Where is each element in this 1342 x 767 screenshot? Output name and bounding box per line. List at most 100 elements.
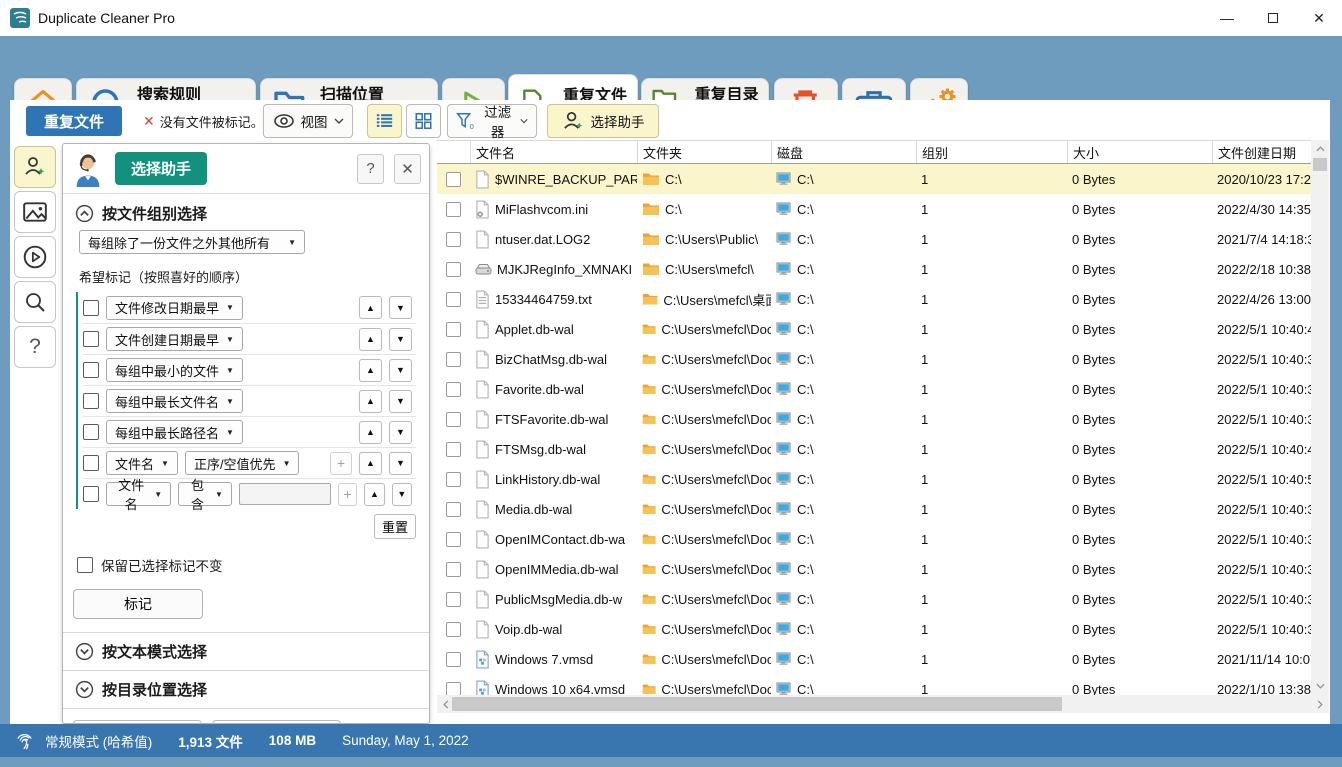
row-checkbox[interactable] — [446, 262, 461, 277]
column-size[interactable]: 大小 — [1067, 141, 1212, 163]
row-checkbox[interactable] — [446, 172, 461, 187]
criteria-checkbox[interactable] — [83, 300, 99, 316]
row-checkbox[interactable] — [446, 322, 461, 337]
criteria-dropdown[interactable]: 每组中最长文件名▼ — [106, 389, 243, 413]
move-up-button[interactable]: ▲ — [359, 296, 382, 319]
selection-assistant-button[interactable]: 选择助手 — [547, 104, 659, 138]
reset-button[interactable]: 重置 — [374, 514, 416, 539]
row-checkbox[interactable] — [446, 442, 461, 457]
sidebar-selection-assistant[interactable] — [14, 146, 56, 188]
rule-checkbox[interactable] — [83, 455, 99, 471]
column-group[interactable]: 组别 — [916, 141, 1067, 163]
row-checkbox[interactable] — [446, 622, 461, 637]
table-row[interactable]: Applet.db-wal C:\Users\mefcl\Docume C:\ … — [437, 314, 1329, 344]
location-section-header[interactable]: 按目录位置选择 — [63, 671, 429, 709]
table-row[interactable]: PublicMsgMedia.db-w C:\Users\mefcl\Docum… — [437, 584, 1329, 614]
move-up-button[interactable]: ▲ — [359, 328, 382, 351]
column-created[interactable]: 文件创建日期 — [1212, 141, 1311, 163]
group-mode-dropdown[interactable]: 每组除了一份文件之外其他所有 ▼ — [79, 230, 305, 254]
scroll-up-icon[interactable] — [1311, 140, 1329, 158]
row-checkbox[interactable] — [446, 382, 461, 397]
move-up-button[interactable]: ▲ — [364, 483, 384, 506]
move-down-button[interactable]: ▼ — [389, 452, 412, 475]
scroll-down-icon[interactable] — [1311, 677, 1329, 695]
row-checkbox[interactable] — [446, 352, 461, 367]
sidebar-media-preview[interactable] — [14, 236, 56, 278]
keep-marks-checkbox[interactable] — [77, 557, 93, 573]
criteria-dropdown[interactable]: 文件创建日期最早▼ — [106, 327, 243, 351]
table-row[interactable]: FTSFavorite.db-wal C:\Users\mefcl\Docume… — [437, 404, 1329, 434]
criteria-dropdown[interactable]: 每组中最小的文件▼ — [106, 358, 243, 382]
move-up-button[interactable]: ▲ — [359, 421, 382, 444]
row-checkbox[interactable] — [446, 592, 461, 607]
column-filename[interactable]: 文件名 — [470, 141, 637, 163]
add-rule-button[interactable]: + — [338, 483, 357, 506]
table-row[interactable]: Voip.db-wal C:\Users\mefcl\Docume C:\ 1 … — [437, 614, 1329, 644]
move-down-button[interactable]: ▼ — [392, 483, 412, 506]
move-down-button[interactable]: ▼ — [389, 296, 412, 319]
filter-dropdown[interactable]: 0 过滤器 — [447, 104, 537, 138]
rule-field-dropdown[interactable]: 文件名▼ — [106, 451, 178, 475]
table-row[interactable]: MJKJRegInfo_XMNAKI C:\Users\mefcl\ C:\ 1… — [437, 254, 1329, 284]
vertical-scroll-thumb[interactable] — [1313, 158, 1327, 171]
sidebar-search[interactable] — [14, 281, 56, 323]
row-checkbox[interactable] — [446, 292, 461, 307]
rule-checkbox[interactable] — [83, 486, 99, 502]
rule-field-dropdown[interactable]: 文件名▼ — [106, 482, 171, 506]
rule-op-dropdown[interactable]: 正序/空值优先▼ — [185, 451, 300, 475]
add-rule-button[interactable]: + — [330, 452, 352, 475]
duplicate-files-mode-button[interactable]: 重复文件 — [26, 106, 122, 136]
move-down-button[interactable]: ▼ — [389, 390, 412, 413]
move-up-button[interactable]: ▲ — [359, 452, 382, 475]
horizontal-scroll-thumb[interactable] — [452, 697, 1062, 711]
move-up-button[interactable]: ▲ — [359, 359, 382, 382]
sidebar-image-view[interactable] — [14, 191, 56, 233]
table-row[interactable]: ntuser.dat.LOG2 C:\Users\Public\ C:\ 1 0… — [437, 224, 1329, 254]
minimize-button[interactable]: — — [1204, 0, 1250, 36]
move-down-button[interactable]: ▼ — [389, 359, 412, 382]
group-section-header[interactable]: 按文件组别选择 — [63, 194, 429, 228]
table-row[interactable]: MiFlashvcom.ini C:\ C:\ 1 0 Bytes 2022/4… — [437, 194, 1329, 224]
row-checkbox[interactable] — [446, 412, 461, 427]
grid-view-button[interactable] — [406, 104, 441, 138]
column-drive[interactable]: 磁盘 — [771, 141, 916, 163]
row-checkbox[interactable] — [446, 232, 461, 247]
row-checkbox[interactable] — [446, 502, 461, 517]
criteria-checkbox[interactable] — [83, 424, 99, 440]
table-row[interactable]: FTSMsg.db-wal C:\Users\mefcl\Docume C:\ … — [437, 434, 1329, 464]
maximize-button[interactable] — [1250, 0, 1296, 36]
table-row[interactable]: BizChatMsg.db-wal C:\Users\mefcl\Docume … — [437, 344, 1329, 374]
close-button[interactable]: ✕ — [1296, 0, 1342, 36]
criteria-dropdown[interactable]: 文件修改日期最早▼ — [106, 296, 243, 320]
row-checkbox[interactable] — [446, 652, 461, 667]
row-checkbox[interactable] — [446, 532, 461, 547]
sidebar-help[interactable]: ? — [14, 326, 56, 368]
column-folder[interactable]: 文件夹 — [637, 141, 771, 163]
row-checkbox[interactable] — [446, 682, 461, 697]
table-row[interactable]: Media.db-wal C:\Users\mefcl\Docume C:\ 1… — [437, 494, 1329, 524]
move-down-button[interactable]: ▼ — [389, 328, 412, 351]
rule-op-dropdown[interactable]: 包含▼ — [178, 482, 232, 506]
row-checkbox[interactable] — [446, 202, 461, 217]
criteria-dropdown[interactable]: 每组中最长路径名▼ — [106, 420, 243, 444]
horizontal-scrollbar[interactable] — [437, 695, 1329, 713]
list-view-button[interactable] — [367, 104, 402, 138]
table-row[interactable]: OpenIMContact.db-wa C:\Users\mefcl\Docum… — [437, 524, 1329, 554]
contains-input[interactable] — [239, 483, 331, 505]
row-checkbox[interactable] — [446, 472, 461, 487]
table-row[interactable]: LinkHistory.db-wal C:\Users\mefcl\Docume… — [437, 464, 1329, 494]
table-row[interactable]: OpenIMMedia.db-wal C:\Users\mefcl\Docume… — [437, 554, 1329, 584]
table-row[interactable]: Windows 7.vmsd C:\Users\mefcl\Docume C:\… — [437, 644, 1329, 674]
criteria-checkbox[interactable] — [83, 362, 99, 378]
table-row[interactable]: Windows 10 x64.vmsd C:\Users\mefcl\Docum… — [437, 674, 1329, 696]
scroll-right-icon[interactable] — [1311, 695, 1329, 713]
move-up-button[interactable]: ▲ — [359, 390, 382, 413]
vertical-scrollbar[interactable] — [1311, 140, 1329, 695]
criteria-checkbox[interactable] — [83, 331, 99, 347]
criteria-checkbox[interactable] — [83, 393, 99, 409]
view-dropdown[interactable]: 视图 — [263, 104, 353, 138]
table-row[interactable]: $WINRE_BACKUP_PAR C:\ C:\ 1 0 Bytes 2020… — [437, 164, 1329, 194]
assistant-close-button[interactable]: ✕ — [394, 154, 421, 184]
text-pattern-section-header[interactable]: 按文本模式选择 — [63, 633, 429, 671]
table-row[interactable]: Favorite.db-wal C:\Users\mefcl\Docume C:… — [437, 374, 1329, 404]
